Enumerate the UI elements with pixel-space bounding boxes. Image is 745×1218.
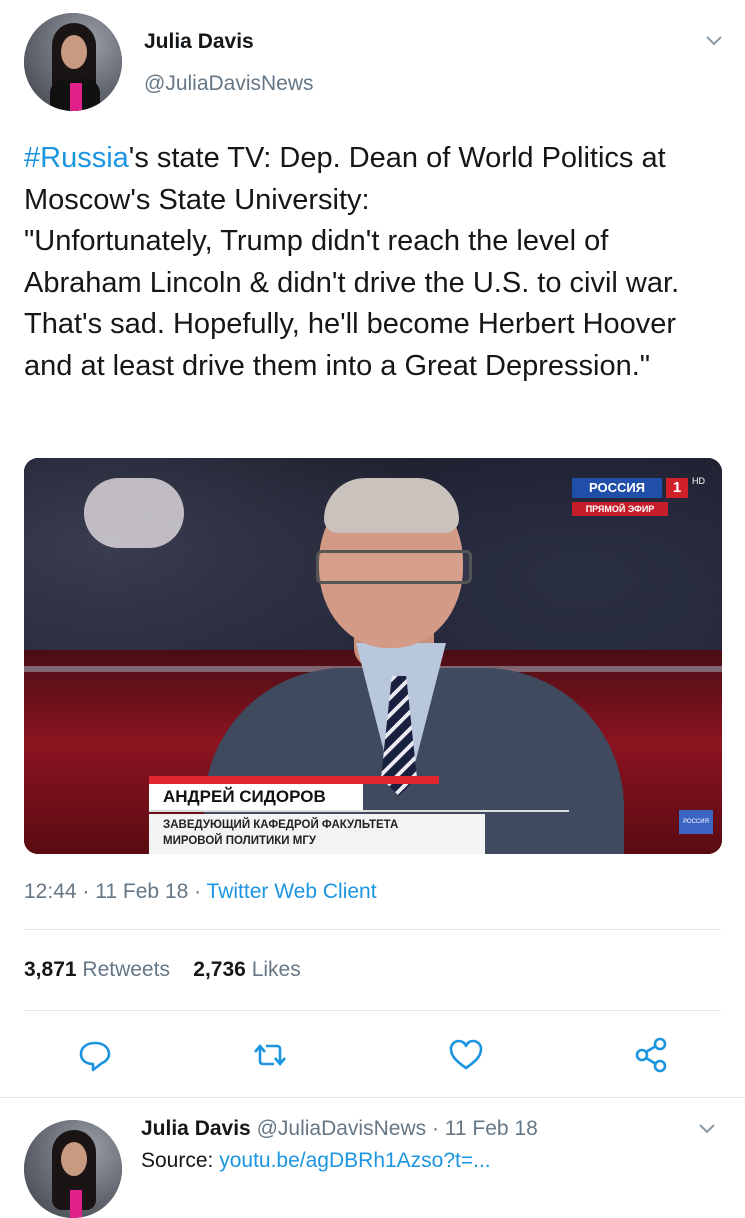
author-name[interactable]: Julia Davis [144, 30, 254, 54]
tweet-time[interactable]: 12:44 [24, 880, 77, 903]
like-icon[interactable] [446, 1035, 486, 1075]
source-link[interactable]: youtu.be/agDBRh1Azso?t=... [219, 1149, 490, 1172]
live-badge: ПРЯМОЙ ЭФИР [572, 502, 668, 516]
chevron-down-icon[interactable] [704, 30, 724, 50]
tweet-stats: 3,871 Retweets 2,736 Likes [24, 958, 301, 982]
corner-logo: РОССИЯ [679, 810, 713, 834]
reply-header: Julia Davis @JuliaDavisNews · 11 Feb 18 [141, 1117, 538, 1140]
tweet-meta: 12:44 · 11 Feb 18 · Twitter Web Client [24, 880, 377, 903]
client-link[interactable]: Twitter Web Client [207, 880, 377, 903]
tweet-image[interactable]: РОССИЯ 1 HD ПРЯМОЙ ЭФИР АНДРЕЙ СИДОРОВ З… [24, 458, 722, 854]
divider [24, 1010, 721, 1011]
caption-name: АНДРЕЙ СИДОРОВ [149, 784, 363, 810]
action-bar [0, 1035, 745, 1075]
divider [24, 929, 721, 930]
share-icon[interactable] [631, 1035, 671, 1075]
tweet-text: #Russia's state TV: Dep. Dean of World P… [24, 138, 724, 387]
reply-text: Source: youtu.be/agDBRh1Azso?t=... [141, 1149, 491, 1172]
reply-icon[interactable] [75, 1035, 115, 1075]
tweet-body: 's state TV: Dep. Dean of World Politics… [24, 142, 680, 382]
divider [0, 1097, 745, 1098]
retweets-stat[interactable]: 3,871 Retweets [24, 958, 170, 981]
caption-title: ЗАВЕДУЮЩИЙ КАФЕДРОЙ ФАКУЛЬТЕТА МИРОВОЙ П… [149, 814, 485, 854]
avatar[interactable] [24, 1120, 122, 1218]
avatar[interactable] [24, 13, 122, 111]
hashtag-link[interactable]: #Russia [24, 142, 129, 174]
retweet-icon[interactable] [250, 1035, 290, 1075]
reply-author-handle[interactable]: @JuliaDavisNews [257, 1117, 427, 1140]
author-handle[interactable]: @JuliaDavisNews [144, 72, 314, 96]
tweet-date[interactable]: 11 Feb 18 [95, 880, 188, 903]
lower-third-caption: АНДРЕЙ СИДОРОВ ЗАВЕДУЮЩИЙ КАФЕДРОЙ ФАКУЛ… [149, 776, 569, 854]
reply-author-name[interactable]: Julia Davis [141, 1117, 251, 1140]
reply-date[interactable]: 11 Feb 18 [445, 1117, 538, 1140]
chevron-down-icon[interactable] [697, 1118, 717, 1138]
likes-stat[interactable]: 2,736 Likes [193, 958, 300, 981]
channel-logo: РОССИЯ 1 HD ПРЯМОЙ ЭФИР [572, 476, 712, 522]
